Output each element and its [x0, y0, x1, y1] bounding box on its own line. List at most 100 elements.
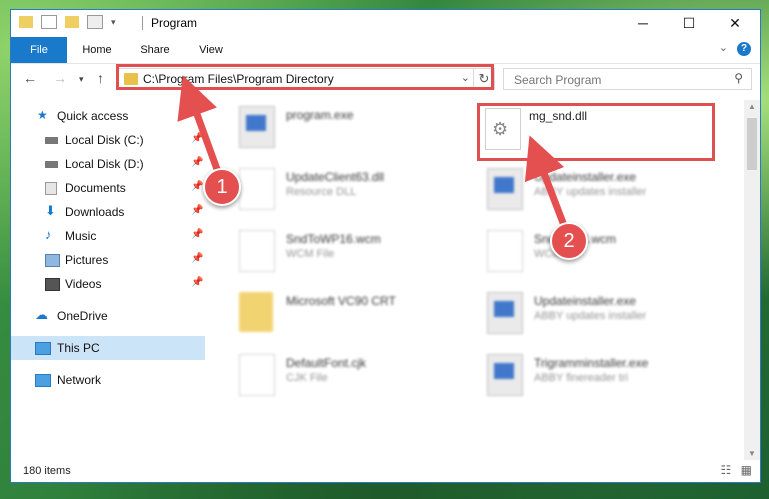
file-item[interactable]: Trigramminstaller.exe ABBY finereader tr… [479, 348, 719, 398]
file-icon [239, 354, 275, 396]
file-highlight-box [477, 103, 715, 161]
search-icon[interactable]: ⚲ [734, 71, 743, 85]
search-box[interactable]: ⚲ [503, 68, 752, 90]
search-input[interactable] [512, 71, 716, 89]
file-description: CJK File [286, 372, 328, 384]
folder-icon[interactable] [19, 16, 33, 28]
pin-icon[interactable]: 📌 [191, 157, 203, 168]
sidebar-item-label: Documents [65, 181, 126, 195]
video-icon [45, 278, 60, 291]
exe-icon [487, 292, 523, 334]
music-icon: ♪ [45, 227, 52, 242]
file-name: Updateinstaller.exe [534, 170, 637, 184]
sidebar-item-downloads[interactable]: ⬇ Downloads 📌 [11, 200, 205, 224]
file-icon [487, 230, 523, 272]
documents-icon [45, 182, 57, 195]
file-item[interactable]: Updateinstaller.exe ABBY updates install… [479, 286, 719, 336]
tab-share[interactable]: Share [131, 37, 179, 63]
file-item[interactable]: Microsoft VC90 CRT [231, 286, 471, 336]
maximize-button[interactable]: ☐ [666, 10, 712, 37]
tab-file[interactable]: File [11, 37, 67, 63]
window-title: Program [151, 16, 198, 30]
scroll-up-icon[interactable]: ▲ [748, 102, 756, 111]
pc-icon [35, 342, 51, 355]
file-item[interactable]: UpdateClient63.dll Resource DLL [231, 162, 471, 212]
sidebar-item-label: Downloads [65, 205, 125, 219]
file-name: DefaultFont.cjk [286, 356, 367, 370]
details-view-icon[interactable]: ☷ [721, 463, 732, 477]
pin-icon[interactable]: 📌 [191, 253, 203, 264]
file-item[interactable]: program.exe [231, 100, 471, 150]
back-arrow-icon[interactable]: ← [23, 70, 37, 86]
sidebar-item-label: Network [57, 373, 102, 387]
file-name: SndToWP16.wcm [286, 232, 381, 246]
exe-icon [487, 354, 523, 396]
ribbon-tabs: File Home Share View ⌄ ? [11, 37, 760, 64]
sidebar-item-videos[interactable]: Videos 📌 [11, 272, 205, 296]
ribbon-expand-icon[interactable]: ⌄ [719, 41, 728, 54]
view-icon[interactable] [87, 15, 103, 29]
file-item[interactable]: Snd 3.wcm WCM [479, 224, 719, 274]
view-toggle-buttons: ☷ ▦ [721, 463, 752, 477]
file-icon [239, 230, 275, 272]
pin-icon[interactable]: 📌 [191, 181, 203, 192]
file-item[interactable]: SndToWP16.wcm WCM File [231, 224, 471, 274]
status-item-count: 180 items [23, 465, 71, 477]
file-description: ABBY updates installer [534, 310, 647, 322]
sidebar-item-label: This PC [57, 341, 100, 355]
file-name: Trigramminstaller.exe [534, 356, 649, 370]
properties-icon[interactable] [41, 15, 57, 29]
sidebar-item-pictures[interactable]: Pictures 📌 [11, 248, 205, 272]
sidebar-item-this-pc[interactable]: This PC [11, 336, 205, 360]
download-icon: ⬇ [45, 203, 56, 218]
sidebar-item-documents[interactable]: Documents 📌 [11, 176, 205, 200]
new-folder-icon[interactable] [65, 16, 79, 28]
vertical-scrollbar[interactable]: ▲ ▼ [744, 100, 760, 460]
file-name: Updateinstaller.exe [534, 294, 637, 308]
sidebar-item-local-disk-c[interactable]: Local Disk (C:) 📌 [11, 128, 205, 152]
drive-icon [45, 161, 58, 168]
dll-icon [239, 168, 275, 210]
title-bar: ▾ Program ─ ☐ ✕ [11, 10, 760, 37]
forward-arrow-icon[interactable]: → [53, 70, 67, 86]
tab-home[interactable]: Home [73, 37, 121, 63]
sidebar-item-label: OneDrive [57, 309, 108, 323]
file-description: Resource DLL [286, 186, 357, 198]
pin-icon[interactable]: 📌 [191, 133, 203, 144]
star-icon: ★ [37, 108, 48, 122]
sidebar-item-quick-access[interactable]: ★ Quick access [11, 104, 205, 128]
scrollbar-thumb[interactable] [747, 118, 757, 170]
sidebar-item-label: Local Disk (D:) [65, 157, 144, 171]
sidebar-item-local-disk-d[interactable]: Local Disk (D:) 📌 [11, 152, 205, 176]
file-name: program.exe [286, 108, 354, 122]
file-description: ABBY finereader tri [534, 372, 628, 384]
folder-icon [239, 292, 273, 332]
drive-icon [45, 137, 58, 144]
sidebar-item-music[interactable]: ♪ Music 📌 [11, 224, 205, 248]
help-icon[interactable]: ? [737, 42, 751, 56]
file-description: WCM File [286, 248, 335, 260]
scroll-down-icon[interactable]: ▼ [748, 449, 756, 458]
large-icons-view-icon[interactable]: ▦ [741, 463, 752, 477]
sidebar-item-label: Quick access [57, 109, 129, 123]
sidebar-item-label: Videos [65, 277, 102, 291]
step-badge-1: 1 [203, 168, 241, 206]
sidebar-item-onedrive[interactable]: ☁ OneDrive [11, 304, 205, 328]
file-item[interactable]: DefaultFont.cjk CJK File [231, 348, 471, 398]
tab-view[interactable]: View [187, 37, 235, 63]
close-button[interactable]: ✕ [712, 10, 758, 37]
file-item[interactable]: Updateinstaller.exe ABBY updates install… [479, 162, 719, 212]
address-highlight-box [116, 64, 494, 90]
quick-access-toolbar: ▾ [19, 15, 116, 29]
cloud-icon: ☁ [35, 307, 48, 322]
minimize-button[interactable]: ─ [620, 10, 666, 37]
navigation-pane: ★ Quick access Local Disk (C:) 📌 Local D… [11, 100, 209, 460]
file-name: Microsoft VC90 CRT [286, 294, 396, 308]
customize-chevron-icon[interactable]: ▾ [111, 17, 116, 28]
sidebar-item-network[interactable]: Network [11, 368, 205, 392]
up-arrow-icon[interactable]: ↑ [97, 70, 104, 86]
pin-icon[interactable]: 📌 [191, 205, 203, 216]
pin-icon[interactable]: 📌 [191, 229, 203, 240]
recent-locations-chevron-icon[interactable]: ▾ [79, 74, 84, 85]
pin-icon[interactable]: 📌 [191, 277, 203, 288]
